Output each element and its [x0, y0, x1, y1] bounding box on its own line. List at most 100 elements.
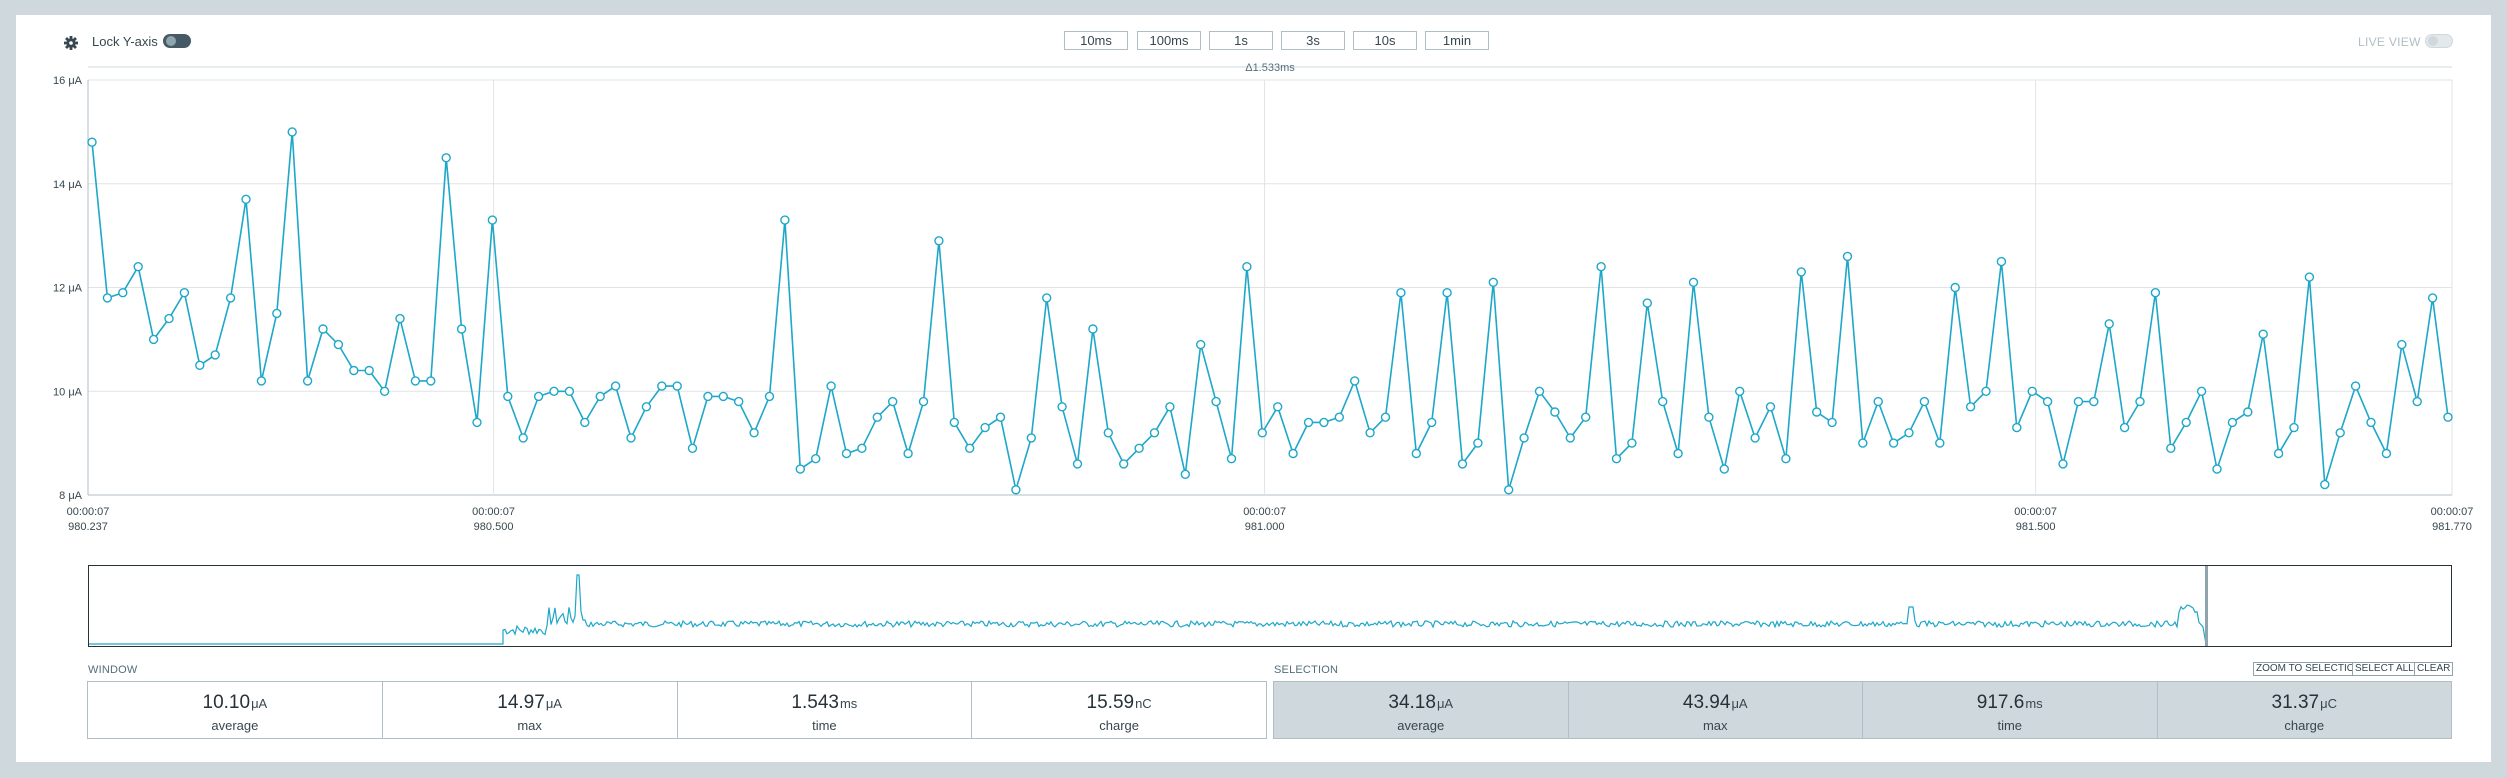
data-point: [118, 288, 128, 298]
data-point: [302, 376, 313, 386]
data-point: [549, 386, 559, 396]
data-point: [1996, 256, 2007, 267]
data-point: [1534, 386, 1545, 396]
data-point: [1195, 339, 1206, 350]
data-point: [333, 339, 344, 350]
data-point: [487, 215, 498, 225]
data-point: [1211, 396, 1221, 407]
data-point: [1688, 277, 1699, 287]
data-point: [1657, 396, 1668, 407]
data-point: [995, 412, 1006, 422]
data-point: [472, 417, 482, 428]
x-tick-time-label: 00:00:07: [1243, 506, 1286, 518]
selection-handle[interactable]: [2205, 566, 2208, 646]
data-point: [2135, 396, 2145, 407]
x-tick-ms-label: 981.770: [2432, 521, 2472, 533]
clear-selection-button[interactable]: CLEAR: [2414, 662, 2454, 676]
data-point: [272, 308, 282, 319]
data-point: [426, 376, 436, 386]
data-point: [410, 376, 421, 386]
stat-value: 14.97: [497, 692, 545, 713]
data-point: [1519, 433, 1529, 443]
data-point: [903, 448, 913, 459]
data-point: [580, 417, 590, 428]
data-point: [87, 137, 97, 147]
data-point: [1550, 407, 1560, 417]
data-point: [2258, 329, 2268, 339]
window-average-stat: 10.10μA average: [87, 681, 383, 739]
data-point: [687, 443, 698, 453]
data-point: [1334, 412, 1345, 422]
data-point: [379, 386, 390, 396]
data-point: [749, 428, 759, 438]
current-series: [87, 127, 2453, 495]
stat-caption: average: [211, 718, 259, 733]
window-stats: 10.10μA average 14.97μA max 1.543ms time…: [87, 681, 1267, 739]
data-point: [764, 391, 775, 402]
data-point: [1719, 464, 1730, 474]
zoom-to-selection-button[interactable]: ZOOM TO SELECTION: [2253, 662, 2365, 676]
data-point: [888, 396, 898, 407]
data-point: [1072, 459, 1083, 469]
data-point: [872, 412, 882, 422]
data-point: [1704, 412, 1714, 422]
data-point: [1935, 438, 1945, 448]
data-point: [1981, 386, 1991, 396]
data-point: [1734, 386, 1745, 396]
data-point: [610, 381, 621, 391]
y-tick-label: 8 μA: [59, 490, 83, 502]
data-point: [1873, 396, 1883, 407]
data-point: [1888, 438, 1899, 448]
data-point: [2104, 319, 2114, 329]
stat-value: 1.543: [791, 692, 839, 713]
data-point: [2073, 396, 2084, 407]
data-point: [2196, 386, 2207, 396]
stat-value: 34.18: [1388, 692, 1436, 713]
stat-caption: charge: [2284, 718, 2325, 733]
data-point: [2166, 443, 2176, 453]
data-point: [2150, 288, 2161, 298]
x-tick-time-label: 00:00:07: [67, 506, 110, 518]
data-point: [2089, 396, 2099, 407]
data-point: [965, 443, 975, 453]
stat-caption: average: [1397, 718, 1445, 733]
data-point: [2320, 479, 2330, 490]
data-point: [2304, 272, 2315, 282]
window-max-stat: 14.97μA max: [381, 681, 678, 739]
y-tick-label: 10 μA: [53, 386, 83, 398]
stat-caption: max: [517, 718, 542, 733]
stat-caption: charge: [1099, 718, 1139, 733]
data-point: [1365, 428, 1375, 438]
data-point: [1272, 402, 1283, 412]
data-point: [1349, 376, 1360, 386]
data-point: [1149, 428, 1160, 438]
data-point: [1303, 417, 1314, 428]
data-point: [626, 433, 636, 443]
data-point: [1103, 428, 1114, 438]
stat-unit: μC: [2320, 696, 2337, 711]
data-point: [1165, 402, 1175, 412]
data-point: [1596, 261, 1606, 272]
selection-stats-label: SELECTION: [1274, 664, 1339, 676]
data-point: [703, 391, 713, 402]
data-point: [1627, 438, 1637, 448]
data-point: [195, 360, 205, 370]
stat-caption: time: [812, 718, 837, 733]
data-point: [318, 324, 328, 334]
select-all-button[interactable]: SELECT ALL: [2352, 662, 2417, 676]
current-chart[interactable]: Δ1.533ms 8 μA 10 μA 12 μA 14 μA 16 μA 00:00:…: [16, 15, 2491, 555]
overview-minimap[interactable]: [88, 565, 2452, 647]
data-point: [918, 396, 929, 407]
selection-average-stat: 34.18μA average: [1273, 681, 1569, 739]
data-point: [1565, 433, 1576, 443]
power-profiler-panel: Lock Y-axis 10ms 100ms 1s 3s 10s 1min LI…: [16, 15, 2491, 762]
data-point: [1242, 261, 1252, 272]
data-point: [2397, 339, 2407, 350]
window-time-stat: 1.543ms time: [676, 681, 973, 739]
data-point: [287, 127, 297, 137]
data-point: [364, 365, 374, 376]
data-point: [1026, 433, 1036, 443]
stat-value: 10.10: [202, 692, 251, 713]
data-point: [734, 396, 744, 407]
selection-max-stat: 43.94μA max: [1567, 681, 1863, 739]
